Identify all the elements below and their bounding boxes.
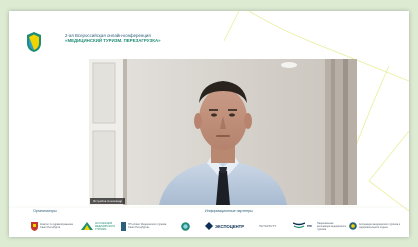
partner-council: НП «Совет Медицинского туризма Санкт-Пет…: [121, 219, 174, 233]
partner-peterburg: ПЕТЕРБУРГ: [257, 219, 276, 233]
partner-health-committee-label: Комитет по здравоохранению Санкт-Петербу…: [40, 223, 73, 229]
partner-expocentre: ЭКСПОЦЕНТР: [205, 219, 244, 233]
vtb-logo-icon: [293, 222, 305, 229]
organizers-label: Организаторы: [33, 209, 57, 213]
med-tourism-logo-icon: [81, 222, 93, 230]
partner-health-committee: Комитет по здравоохранению Санкт-Петербу…: [31, 219, 80, 233]
conference-title: 2-ая Всероссийская онлайн-конференция «М…: [65, 33, 265, 43]
conference-title-line2: «МЕДИЦИНСКИЙ ТУРИЗМ. ПЕРЕЗАГРУЗКА»: [65, 38, 161, 43]
partner-assoc-rest: Ассоциация медицинского туризма и оздоро…: [349, 219, 405, 233]
assoc-emblem-icon: [349, 222, 357, 230]
partner-med-tourism-assoc: АССОЦИАЦИЯ МЕДИЦИНСКОГО ТУРИЗМА: [81, 219, 125, 233]
partners-footer: Организаторы Информационные партнеры Ком…: [9, 207, 409, 237]
partner-assoc-rest-label: Ассоциация медицинского туризма и оздоро…: [359, 223, 401, 229]
speaker-video: Ястребов Александр: [89, 59, 357, 205]
partner-peterburg-label: ПЕТЕРБУРГ: [259, 224, 277, 228]
coat-of-arms-icon: [31, 221, 38, 231]
partner-national-assoc: Национальная ассоциация медицинского тур…: [315, 219, 347, 233]
council-logo-icon: [121, 221, 126, 231]
expocentre-logo-icon: [205, 222, 213, 230]
partner-vtb: ВТБ: [293, 219, 312, 233]
partner-national-assoc-label: Национальная ассоциация медицинского тур…: [317, 221, 347, 231]
speaker-image: [89, 59, 357, 205]
round-emblem-icon: [181, 221, 190, 231]
speaker-name-tag: Ястребов Александр: [90, 198, 126, 204]
partner-round-logo: [181, 219, 190, 233]
conference-logo: [27, 32, 41, 52]
partner-vtb-label: ВТБ: [307, 224, 312, 228]
partner-expocentre-label: ЭКСПОЦЕНТР: [215, 223, 244, 229]
conference-slide: 2-ая Всероссийская онлайн-конференция «М…: [9, 11, 409, 237]
partner-council-label: НП «Совет Медицинского туризма Санкт-Пет…: [128, 223, 167, 229]
info-partners-label: Информационные партнеры: [205, 209, 253, 213]
